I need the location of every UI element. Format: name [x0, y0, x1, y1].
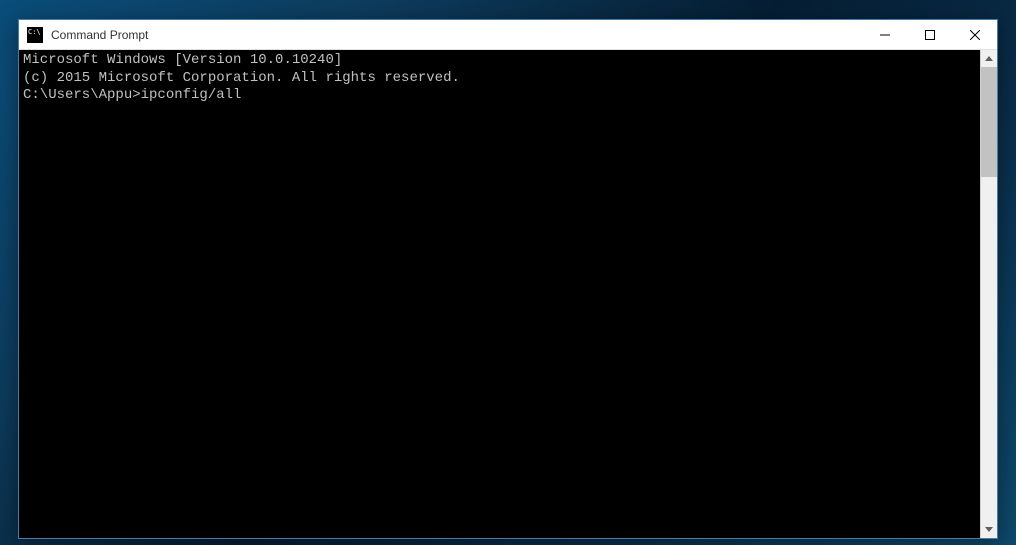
- window-title: Command Prompt: [51, 28, 862, 42]
- window-controls: [862, 20, 997, 49]
- terminal-output[interactable]: Microsoft Windows [Version 10.0.10240](c…: [19, 50, 980, 538]
- terminal-line: (c) 2015 Microsoft Corporation. All righ…: [23, 70, 976, 88]
- terminal-area: Microsoft Windows [Version 10.0.10240](c…: [19, 50, 997, 538]
- terminal-line: Microsoft Windows [Version 10.0.10240]: [23, 52, 976, 70]
- terminal-prompt-line: C:\Users\Appu>ipconfig/all: [23, 87, 976, 105]
- terminal-command: ipconfig/all: [141, 87, 242, 105]
- terminal-prompt: C:\Users\Appu>: [23, 87, 141, 105]
- maximize-button[interactable]: [907, 20, 952, 49]
- scroll-thumb[interactable]: [981, 67, 997, 177]
- vertical-scrollbar[interactable]: [980, 50, 997, 538]
- command-prompt-window: Command Prompt Microsoft Windows [Versio…: [18, 19, 998, 539]
- minimize-icon: [880, 30, 890, 40]
- scroll-up-button[interactable]: [981, 50, 997, 67]
- chevron-down-icon: [985, 527, 993, 532]
- scroll-down-button[interactable]: [981, 521, 997, 538]
- minimize-button[interactable]: [862, 20, 907, 49]
- maximize-icon: [925, 30, 935, 40]
- chevron-up-icon: [985, 56, 993, 61]
- command-prompt-icon: [27, 27, 43, 43]
- close-icon: [970, 30, 980, 40]
- close-button[interactable]: [952, 20, 997, 49]
- titlebar[interactable]: Command Prompt: [19, 20, 997, 50]
- scroll-track[interactable]: [981, 67, 997, 521]
